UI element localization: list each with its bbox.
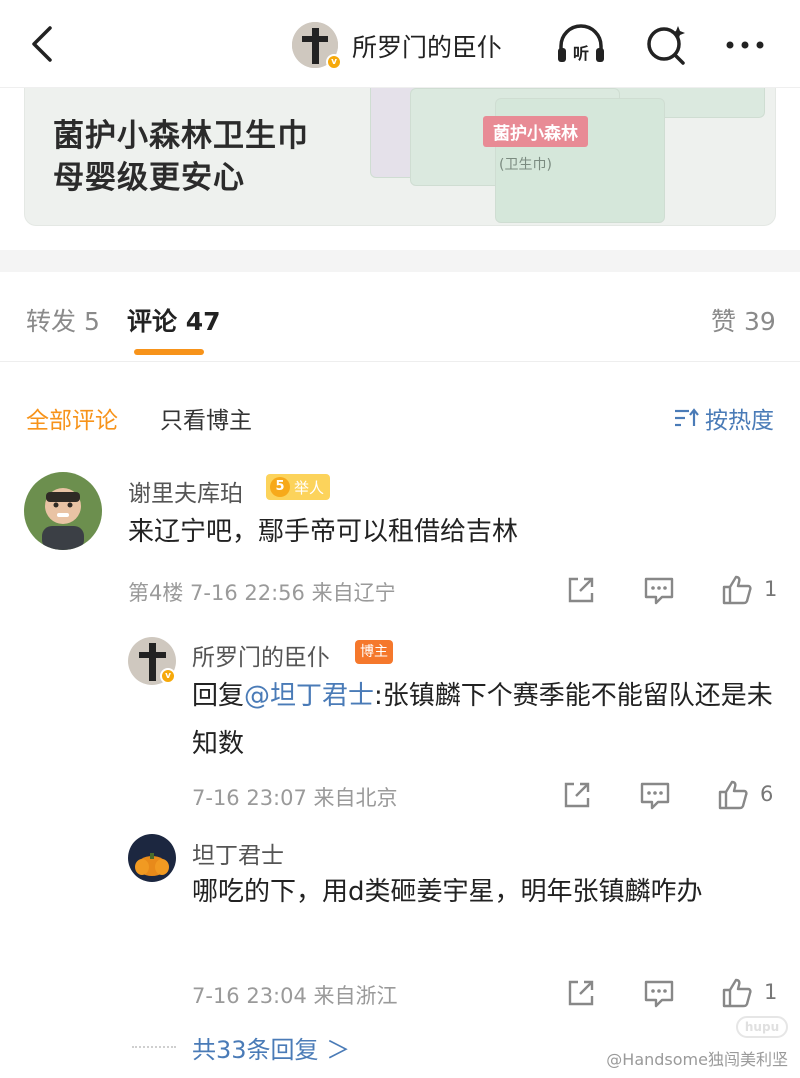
ad-subheadline: 母婴级更安心: [53, 160, 245, 196]
filter-all-comments[interactable]: 全部评论: [26, 401, 118, 435]
level-number: 5: [270, 477, 290, 497]
section-gap: [0, 250, 800, 272]
comment-icon[interactable]: [638, 778, 672, 812]
sort-by-hot[interactable]: 按热度: [673, 401, 774, 435]
reply-username[interactable]: 所罗门的臣仆: [192, 638, 330, 672]
like-count: 1: [764, 980, 778, 1004]
like-count: 6: [760, 782, 774, 806]
tab-repost[interactable]: 转发 5: [26, 302, 100, 338]
ad-headline: 菌护小森林卫生巾: [53, 118, 309, 154]
user-photo-avatar-icon: [24, 472, 102, 550]
like-icon[interactable]: [716, 778, 750, 812]
more-replies-link[interactable]: 共33条回复 ＞: [192, 1030, 350, 1065]
hupu-logo: hupu: [736, 1016, 788, 1038]
share-icon[interactable]: [564, 976, 598, 1010]
comment-icon[interactable]: [642, 573, 676, 607]
svg-text:听: 听: [573, 44, 589, 63]
divider: [0, 361, 800, 362]
pumpkin-avatar-icon: [128, 834, 176, 882]
mention-link[interactable]: @坦丁君士: [244, 681, 374, 711]
tab-likes[interactable]: 赞 39: [711, 302, 776, 338]
sort-label: 按热度: [705, 408, 774, 434]
verified-badge-icon: v: [160, 668, 176, 684]
user-level-badge: 5 举人: [266, 474, 331, 500]
like-icon[interactable]: [720, 573, 754, 607]
avatar[interactable]: [128, 834, 176, 882]
ad-card[interactable]: 菌护小森林 (卫生巾) 菌护小森林卫生巾 母婴级更安心: [24, 88, 776, 226]
blogger-badge: 博主: [355, 640, 393, 664]
dotted-separator: [132, 1046, 176, 1048]
verified-badge-icon: v: [326, 54, 342, 70]
reply-prefix: 回复: [192, 681, 245, 711]
comment-icon[interactable]: [642, 976, 676, 1010]
reply-text: 哪吃的下，用d类砸姜宇星，明年张镇麟咋办: [192, 877, 703, 907]
watermark: @Handsome独闯美利坚: [606, 1050, 788, 1069]
reply-meta: 7-16 23:04 来自浙江: [192, 984, 398, 1008]
filter-blogger-only[interactable]: 只看博主: [160, 401, 252, 435]
comment-username[interactable]: 谢里夫库珀: [128, 474, 243, 508]
avatar[interactable]: [24, 472, 102, 550]
level-title: 举人: [294, 478, 325, 497]
comment-text: 来辽宁吧，鄢手帝可以租借给吉林: [128, 517, 519, 547]
tab-comments[interactable]: 评论 47: [127, 302, 221, 338]
tab-active-indicator: [134, 349, 204, 355]
top-bar: v 所罗门的臣仆 听: [0, 0, 800, 88]
search-sparkle-icon[interactable]: [640, 20, 696, 70]
reply-meta: 7-16 23:07 来自北京: [192, 786, 398, 810]
comment-meta: 第4楼 7-16 22:56 来自辽宁: [128, 581, 396, 605]
product-pack-sub: (卫生巾): [499, 157, 552, 173]
more-dots-icon[interactable]: [718, 20, 774, 70]
reply-text: 回复@坦丁君士:张镇麟下个赛季能不能留队还是未知数: [192, 672, 782, 768]
reply-username[interactable]: 坦丁君士: [192, 836, 284, 870]
back-arrow-icon[interactable]: [22, 22, 62, 66]
sort-icon: [675, 408, 699, 427]
like-count: 1: [764, 577, 778, 601]
header-title: 所罗门的臣仆: [352, 33, 503, 62]
like-icon[interactable]: [720, 976, 754, 1010]
share-icon[interactable]: [560, 778, 594, 812]
share-icon[interactable]: [564, 573, 598, 607]
product-pack-label: 菌护小森林: [483, 116, 588, 147]
headphones-listen-icon[interactable]: 听: [553, 20, 609, 70]
